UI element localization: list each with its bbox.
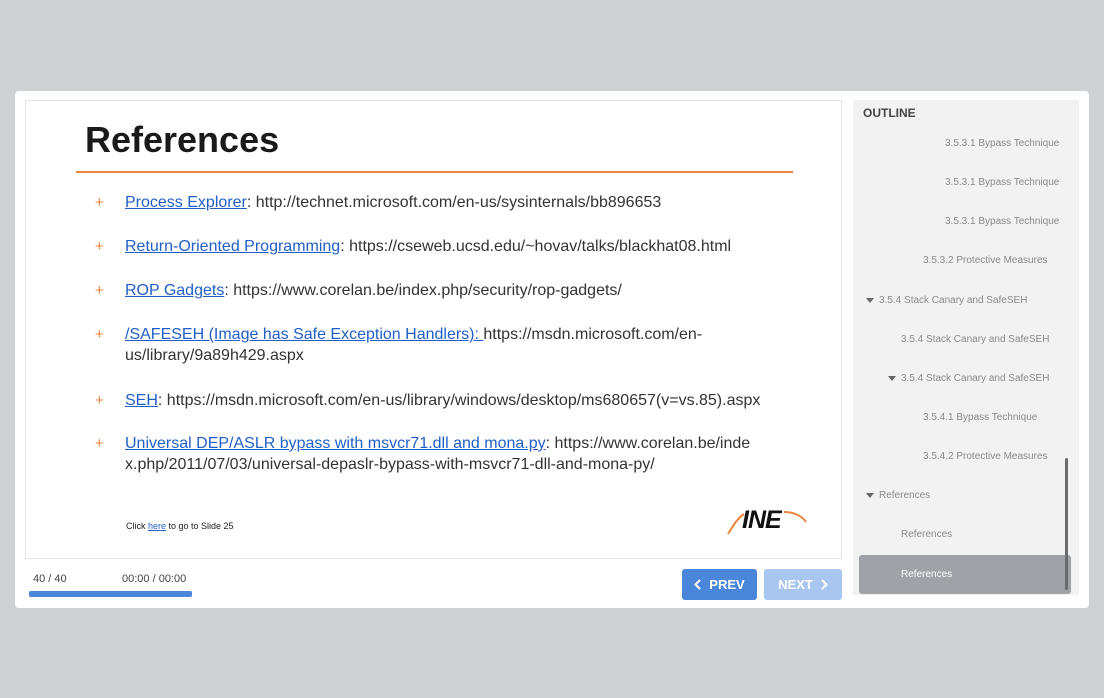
reference-item: + ROP Gadgets: https://www.corelan.be/ind… bbox=[95, 280, 775, 301]
reference-item: + Return-Oriented Programming: https://cs… bbox=[95, 236, 775, 257]
outline-panel: OUTLINE 3.5.3.1 Bypass Technique 3.5.3.1… bbox=[853, 100, 1079, 595]
reference-url: : http://technet.microsoft.com/en-us/sys… bbox=[246, 194, 662, 211]
outline-item-label: 3.5.4 Stack Canary and SafeSEH bbox=[901, 373, 1050, 384]
outline-item-label: 3.5.3.1 Bypass Technique bbox=[945, 138, 1060, 149]
caret-down-icon[interactable] bbox=[888, 375, 896, 381]
bullet-plus-icon: + bbox=[95, 282, 104, 299]
reference-url: : https://cseweb.ucsd.edu/~hovav/talks/b… bbox=[340, 238, 732, 255]
reference-url: : https://msdn.microsoft.com/en-us/libra… bbox=[157, 392, 761, 409]
caret-down-icon[interactable] bbox=[866, 297, 874, 303]
reference-link[interactable]: Return-Oriented Programming bbox=[125, 238, 340, 255]
outline-heading: OUTLINE bbox=[863, 106, 916, 120]
bullet-plus-icon: + bbox=[95, 238, 104, 255]
caret-down-icon[interactable] bbox=[866, 492, 874, 498]
outline-item[interactable]: 3.5.3.1 Bypass Technique bbox=[945, 216, 1059, 227]
outline-item-label: References bbox=[901, 529, 953, 540]
outline-item-label: 3.5.3.2 Protective Measures bbox=[923, 255, 1048, 266]
outline-item[interactable]: 3.5.3.2 Protective Measures bbox=[923, 255, 1048, 266]
reference-url: : https://www.corelan.be/index.php/secur… bbox=[224, 282, 622, 299]
slide-jump-note: Click here to go to Slide 25 bbox=[126, 521, 234, 531]
reference-item: + Universal DEP/ASLR bypass with msvcr71.… bbox=[95, 433, 755, 475]
player: References + Process Explorer: http://tec… bbox=[15, 91, 1089, 608]
slide-title: References bbox=[85, 119, 280, 160]
ine-logo: INE bbox=[726, 504, 808, 540]
bullet-plus-icon: + bbox=[95, 435, 104, 452]
outline-item-selected[interactable]: References bbox=[859, 555, 1071, 594]
reference-item: + Process Explorer: http://technet.micros… bbox=[95, 192, 775, 213]
outline-item[interactable]: 3.5.4.2 Protective Measures bbox=[923, 451, 1048, 462]
outline-item-label: References bbox=[879, 490, 931, 501]
outline-item[interactable]: References bbox=[866, 490, 930, 501]
bullet-plus-icon: + bbox=[95, 392, 104, 409]
outline-item[interactable]: References bbox=[901, 529, 952, 540]
outline-item-label: 3.5.3.1 Bypass Technique bbox=[945, 177, 1060, 188]
reference-link[interactable]: /SAFESEH (Image has Safe Exception Handl… bbox=[125, 326, 483, 343]
chevron-left-icon bbox=[694, 579, 702, 590]
prev-button[interactable]: PREV bbox=[682, 569, 757, 600]
slide-counter: 40 / 40 bbox=[33, 573, 67, 585]
outline-item-label: 3.5.4.2 Protective Measures bbox=[923, 451, 1048, 462]
slide-jump-link[interactable]: here bbox=[148, 521, 166, 531]
outline-item-label: 3.5.4 Stack Canary and SafeSEH bbox=[879, 295, 1028, 306]
progress-bar[interactable] bbox=[29, 591, 192, 597]
slide-canvas: References + Process Explorer: http://tec… bbox=[25, 100, 842, 559]
reference-item: + SEH: https://msdn.microsoft.com/en-us/l… bbox=[95, 390, 805, 411]
outline-scrollbar[interactable] bbox=[1065, 458, 1068, 590]
playback-time: 00:00 / 00:00 bbox=[122, 573, 187, 585]
logo-text: INE bbox=[742, 506, 782, 534]
bullet-plus-icon: + bbox=[95, 326, 104, 343]
outline-item-label: References bbox=[901, 569, 953, 580]
outline-item[interactable]: 3.5.4.1 Bypass Technique bbox=[923, 412, 1037, 423]
outline-item-label: 3.5.4.1 Bypass Technique bbox=[923, 412, 1038, 423]
outline-item-label: 3.5.4 Stack Canary and SafeSEH bbox=[901, 334, 1050, 345]
title-divider bbox=[76, 171, 793, 173]
prev-label: PREV bbox=[709, 577, 745, 592]
reference-link[interactable]: Process Explorer bbox=[125, 194, 247, 211]
outline-item[interactable]: 3.5.4 Stack Canary and SafeSEH bbox=[866, 295, 1027, 306]
outline-item[interactable]: 3.5.4 Stack Canary and SafeSEH bbox=[901, 334, 1049, 345]
reference-item: + /SAFESEH (Image has Safe Exception Hand… bbox=[95, 324, 705, 366]
bullet-plus-icon: + bbox=[95, 194, 104, 211]
reference-link[interactable]: ROP Gadgets bbox=[125, 282, 224, 299]
chevron-right-icon bbox=[821, 579, 828, 590]
reference-link[interactable]: Universal DEP/ASLR bypass with msvcr71.d… bbox=[125, 435, 546, 452]
outline-item[interactable]: 3.5.3.1 Bypass Technique bbox=[945, 177, 1059, 188]
outline-item-label: 3.5.3.1 Bypass Technique bbox=[945, 216, 1060, 227]
progress-fill bbox=[29, 591, 192, 597]
click-note-suffix: to go to Slide 25 bbox=[166, 521, 234, 531]
click-note-prefix: Click bbox=[126, 521, 148, 531]
next-label: NEXT bbox=[778, 577, 813, 592]
outline-item[interactable]: 3.5.3.1 Bypass Technique bbox=[945, 138, 1059, 149]
outline-item[interactable]: 3.5.4 Stack Canary and SafeSEH bbox=[888, 373, 1049, 384]
next-button[interactable]: NEXT bbox=[764, 569, 842, 600]
reference-link[interactable]: SEH bbox=[125, 392, 158, 409]
